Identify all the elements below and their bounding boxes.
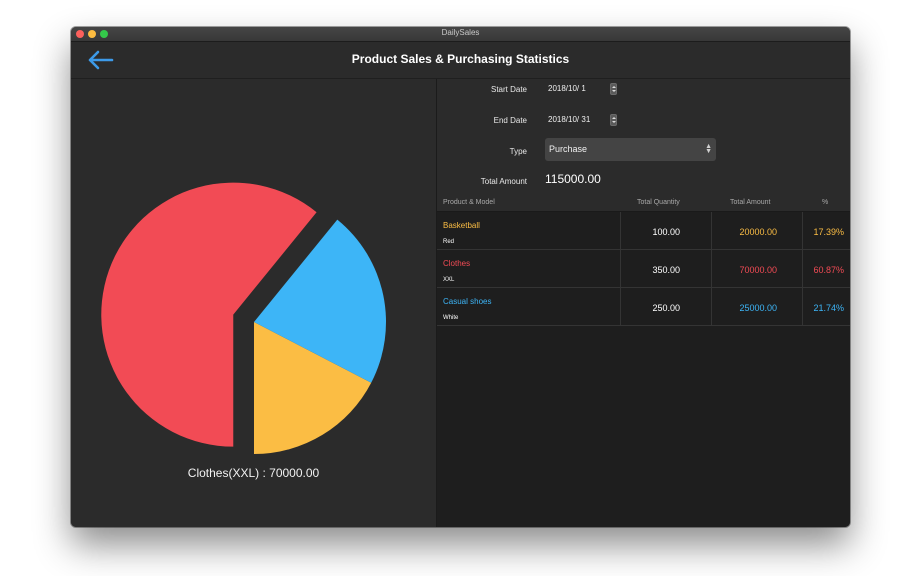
page-title: Product Sales & Purchasing Statistics [351,52,570,66]
type-label: Type [509,147,527,156]
end-date-label: End Date [493,116,527,125]
end-date-stepper[interactable] [610,114,617,126]
window-title: DailySales [441,28,480,37]
total-quantity-cell: 250.00 [652,303,680,313]
column-divider [620,288,621,325]
total-amount-cell: 20000.00 [739,227,777,237]
table-row[interactable]: Basketball Red 100.00 20000.00 17.39% [437,212,850,250]
total-quantity-cell: 350.00 [652,265,680,275]
product-name: Basketball [443,221,480,230]
pie-selection-caption: Clothes(XXL) : 70000.00 [187,466,320,480]
column-divider [711,250,712,287]
title-bar: DailySales [71,27,850,42]
end-date-field[interactable]: 2018/10/ 31 [545,114,611,126]
percent-cell: 17.39% [813,227,844,237]
percent-cell: 21.74% [813,303,844,313]
start-date-stepper[interactable] [610,83,617,95]
table-row[interactable]: Casual shoes White 250.00 25000.00 21.74… [437,288,850,326]
product-model: Red [443,239,455,245]
start-date-label: Start Date [490,85,527,94]
product-model: White [443,315,459,321]
column-divider [711,212,712,249]
column-divider [620,212,621,249]
column-divider [802,288,803,325]
column-divider [802,212,803,249]
header-total-amount[interactable]: Total Amount [730,199,770,206]
total-quantity-cell: 100.00 [652,227,680,237]
stats-table: Product & Model Total Quantity Total Amo… [437,195,850,527]
table-row[interactable]: Clothes XXL 350.00 70000.00 60.87% [437,250,850,288]
header-product-model[interactable]: Product & Model [443,199,495,206]
chart-pane: Clothes(XXL) : 70000.00 [71,79,437,527]
product-name: Clothes [443,259,471,268]
total-amount-value: 115000.00 [545,172,601,186]
total-amount-cell: 25000.00 [739,303,777,313]
total-amount-cell: 70000.00 [739,265,777,275]
table-header: Product & Model Total Quantity Total Amo… [437,195,850,212]
type-select-value: Purchase [549,144,588,154]
product-model: XXL [443,277,455,283]
percent-cell: 60.87% [813,265,844,275]
start-date-field[interactable]: 2018/10/ 1 [545,83,611,95]
column-divider [620,250,621,287]
header-total-quantity[interactable]: Total Quantity [637,199,680,206]
navigation-bar: Product Sales & Purchasing Statistics [71,42,850,79]
type-select[interactable]: Purchase ▲ ▼ [545,138,716,161]
total-amount-label: Total Amount [480,177,527,186]
pie-chart[interactable] [71,79,436,459]
product-name: Casual shoes [443,297,492,306]
header-percent[interactable]: % [822,199,828,206]
chevron-up-down-icon: ▲ ▼ [705,143,712,155]
column-divider [802,250,803,287]
column-divider [711,288,712,325]
app-window: DailySales Product Sales & Purchasing St… [71,27,850,527]
